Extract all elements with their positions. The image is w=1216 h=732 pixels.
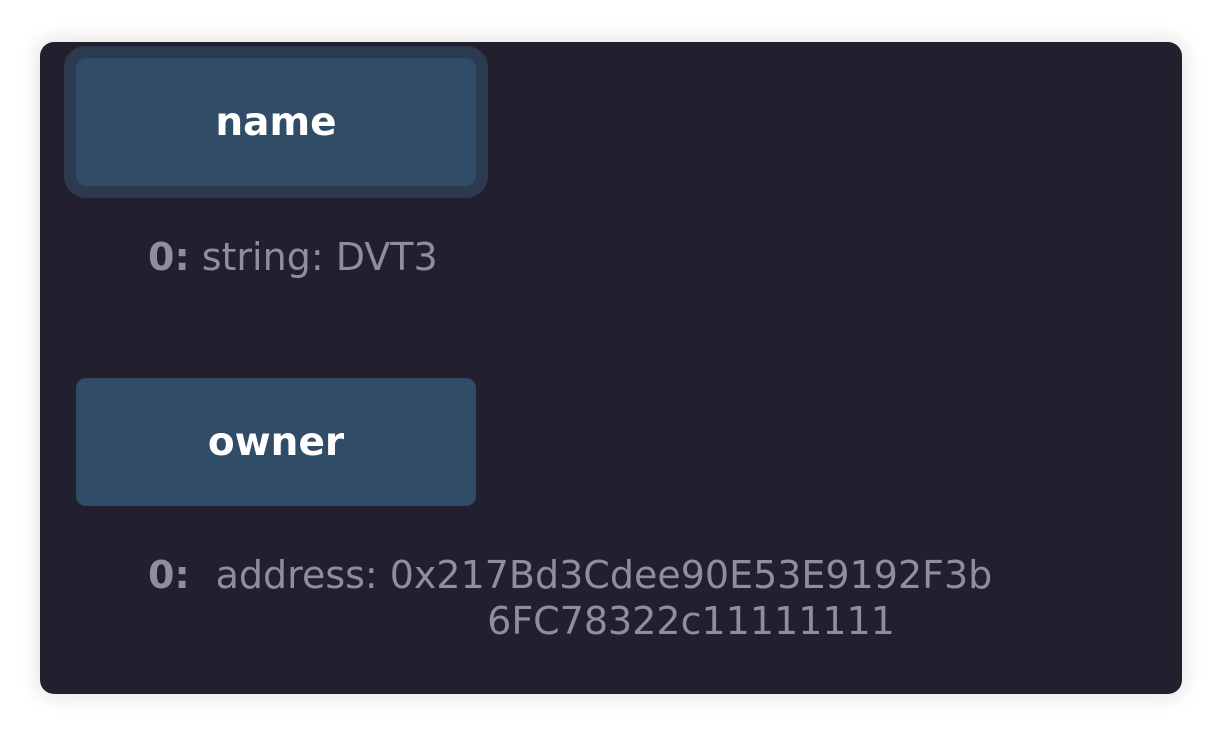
- output-index: 0:: [148, 553, 190, 597]
- address-line-2: 6FC78322c11111111: [487, 599, 895, 643]
- address-line-1: 0x217Bd3Cdee90E53E9192F3b: [389, 553, 993, 597]
- name-output: 0: string: DVT3: [148, 234, 438, 280]
- output-address: 0x217Bd3Cdee90E53E9192F3b 6FC78322c11111…: [390, 552, 993, 644]
- owner-output: 0: address: 0x217Bd3Cdee90E53E9192F3b 6F…: [148, 552, 992, 644]
- contract-call-panel: name 0: string: DVT3 owner 0: address: 0…: [40, 42, 1182, 694]
- output-index: 0:: [148, 235, 190, 279]
- output-value: DVT3: [335, 235, 438, 279]
- output-type: address:: [215, 553, 378, 597]
- owner-call-button[interactable]: owner: [76, 378, 476, 506]
- output-type: string:: [201, 235, 324, 279]
- name-call-button[interactable]: name: [76, 58, 476, 186]
